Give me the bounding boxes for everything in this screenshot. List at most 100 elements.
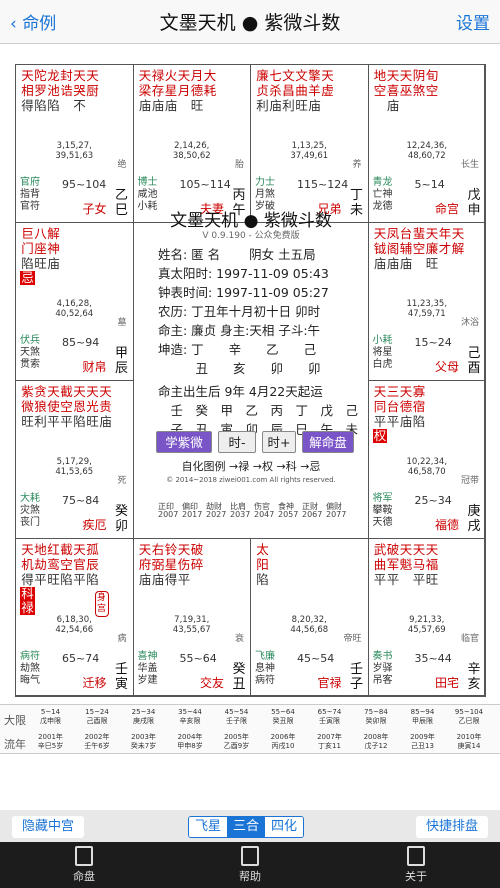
star[interactable]: 天虚 bbox=[321, 68, 334, 113]
star[interactable]: 天厨 bbox=[86, 68, 99, 113]
star[interactable]: 天哭不 bbox=[73, 68, 86, 113]
hour-minus-button[interactable]: 时- bbox=[218, 431, 256, 453]
year-cell[interactable]: 2008年 戊子12 bbox=[358, 733, 395, 751]
star[interactable]: 陀罗陷 bbox=[34, 68, 47, 113]
star[interactable]: 紫微旺 bbox=[21, 384, 34, 429]
star[interactable]: 天梁庙 bbox=[139, 68, 152, 113]
star[interactable]: 龙池陷 bbox=[47, 68, 60, 113]
seg-sihua[interactable]: 四化 bbox=[265, 817, 304, 837]
settings-button[interactable]: 设置 bbox=[456, 9, 490, 34]
palace-you[interactable]: 天钺庙凤阁庙台辅庙蜚空天廉旺年才天解 11,23,35, 47,59,71 沐浴 小耗… bbox=[367, 222, 486, 381]
star[interactable]: 天巫 bbox=[400, 68, 413, 113]
hour-plus-button[interactable]: 时+ bbox=[262, 431, 296, 453]
year-cell[interactable]: 2002年 壬午6岁 bbox=[79, 733, 116, 751]
learn-button[interactable]: 学紫微 bbox=[156, 431, 212, 453]
star[interactable]: 天解 bbox=[452, 226, 465, 271]
palace-chou[interactable]: 天府庙右弼庙铃星得天伤平破碎 7,19,31, 43,55,67 衰喜神 华盖 岁建 55… bbox=[132, 538, 251, 697]
star[interactable]: 天伤平 bbox=[178, 542, 191, 587]
seg-flying-star[interactable]: 飞星 bbox=[189, 817, 228, 837]
star[interactable]: 天贵庙 bbox=[99, 384, 112, 429]
star[interactable]: 封诰 bbox=[60, 68, 73, 113]
star[interactable]: 天机得科禄 bbox=[20, 542, 35, 615]
palace-mao[interactable]: 紫微旺贪狼利天使平截空平天恩陷天光旺天贵庙 5,17,29, 41,53,65 死大… bbox=[15, 380, 134, 539]
decade-cell[interactable]: 65~74 壬寅限 bbox=[311, 708, 348, 726]
star[interactable]: 天光旺 bbox=[86, 384, 99, 429]
star[interactable]: 文昌利 bbox=[282, 68, 295, 113]
star[interactable]: 天相得 bbox=[21, 68, 34, 113]
star[interactable]: 大耗 bbox=[204, 68, 217, 113]
decade-cell[interactable]: 85~94 甲辰限 bbox=[404, 708, 441, 726]
decade-cell[interactable]: 5~14 戊申限 bbox=[32, 708, 69, 726]
star[interactable]: 解神庙 bbox=[47, 226, 60, 285]
star[interactable]: 天官平 bbox=[73, 542, 86, 615]
star[interactable]: 天德庙 bbox=[400, 384, 413, 443]
star[interactable]: 红鸾旺 bbox=[47, 542, 60, 615]
decade-cell[interactable]: 45~54 壬子限 bbox=[218, 708, 255, 726]
star[interactable]: 火星庙 bbox=[165, 68, 178, 113]
star[interactable]: 天魁 bbox=[400, 542, 413, 587]
star[interactable]: 截空陷 bbox=[60, 542, 73, 615]
star[interactable]: 七杀庙 bbox=[269, 68, 282, 113]
star[interactable]: 破碎 bbox=[191, 542, 204, 587]
year-cell[interactable]: 2007年 丁亥11 bbox=[311, 733, 348, 751]
star[interactable]: 擎羊庙 bbox=[308, 68, 321, 113]
decade-cell[interactable]: 35~44 辛亥限 bbox=[172, 708, 209, 726]
star[interactable]: 三台平 bbox=[387, 384, 400, 443]
star[interactable]: 巨门陷忌 bbox=[20, 226, 35, 285]
star[interactable]: 天使平 bbox=[47, 384, 60, 429]
star[interactable]: 截空平 bbox=[60, 384, 73, 429]
decade-cell[interactable]: 55~64 癸丑限 bbox=[265, 708, 302, 726]
year-cell[interactable]: 2001年 辛巳5岁 bbox=[32, 733, 69, 751]
star[interactable]: 天喜庙 bbox=[387, 68, 400, 113]
star[interactable]: 凤阁庙 bbox=[387, 226, 400, 271]
palace-xu[interactable]: 天同平权三台平天德庙寡宿陷 10,22,34, 46,58,70 冠带 将军 攀鞍 天德 2… bbox=[367, 380, 486, 539]
quick-chart-button[interactable]: 快捷排盘 bbox=[415, 816, 488, 838]
star[interactable]: 破军平 bbox=[387, 542, 400, 587]
star[interactable]: 禄存庙 bbox=[152, 68, 165, 113]
hide-center-button[interactable]: 隐藏中宫 bbox=[12, 816, 85, 838]
star[interactable]: 天月 bbox=[178, 68, 191, 113]
star[interactable]: 天廉旺 bbox=[426, 226, 439, 271]
year-cell[interactable]: 2010年 庚寅14 bbox=[451, 733, 488, 751]
seg-sanhe[interactable]: 三合 bbox=[227, 817, 266, 837]
tab-help[interactable]: 帮助 bbox=[210, 846, 290, 884]
star[interactable]: 右弼庙 bbox=[152, 542, 165, 587]
palace-hai[interactable]: 武曲平破军平天魁天马平天福旺 9,21,33, 45,57,69 临官 奏书 岁驿 吊客 3… bbox=[367, 538, 486, 697]
palace-yin[interactable]: 天机得科禄地劫平红鸾旺截空陷天官平孤辰陷 6,18,30, 42,54,66 病病符… bbox=[15, 538, 134, 697]
star[interactable]: 地劫平 bbox=[34, 542, 47, 615]
decade-cell[interactable]: 75~84 癸卯限 bbox=[358, 708, 395, 726]
star[interactable]: 文曲旺 bbox=[295, 68, 308, 113]
decade-cell[interactable]: 15~24 己酉限 bbox=[79, 708, 116, 726]
year-cell[interactable]: 2006年 丙戌10 bbox=[265, 733, 302, 751]
palace-shen[interactable]: 地空天喜庙天巫阴煞旬空 12,24,36, 48,60,72 长生 青龙 亡神 龙德 5~1… bbox=[367, 64, 486, 223]
star[interactable]: 蜚空 bbox=[413, 226, 426, 271]
year-cell[interactable]: 2003年 癸未7岁 bbox=[125, 733, 162, 751]
star[interactable]: 天同平权 bbox=[372, 384, 388, 443]
decade-cell[interactable]: 95~104 乙巳限 bbox=[451, 708, 488, 726]
star[interactable]: 地空 bbox=[374, 68, 387, 113]
star[interactable]: 太阳陷 bbox=[256, 542, 269, 587]
star[interactable]: 铃星得 bbox=[165, 542, 178, 587]
star[interactable]: 月德旺 bbox=[191, 68, 204, 113]
year-cell[interactable]: 2004年 甲申8岁 bbox=[172, 733, 209, 751]
star[interactable]: 天恩陷 bbox=[73, 384, 86, 429]
star[interactable]: 寡宿陷 bbox=[413, 384, 426, 443]
star[interactable]: 天马平 bbox=[413, 542, 426, 587]
star[interactable]: 天钺庙 bbox=[374, 226, 387, 271]
star[interactable]: 天福旺 bbox=[426, 542, 439, 587]
palace-chen[interactable]: 巨门陷忌八座旺解神庙 4,16,28, 40,52,64 墓伏兵 天煞 贯索 85~94 财… bbox=[15, 222, 134, 381]
year-cell[interactable]: 2005年 乙酉9岁 bbox=[218, 733, 255, 751]
year-cell[interactable]: 2009年 己丑13 bbox=[404, 733, 441, 751]
star[interactable]: 年才 bbox=[439, 226, 452, 271]
star[interactable]: 阴煞 bbox=[413, 68, 426, 113]
star[interactable]: 天府庙 bbox=[139, 542, 152, 587]
star[interactable]: 廉贞利 bbox=[256, 68, 269, 113]
star[interactable]: 贪狼利 bbox=[34, 384, 47, 429]
palace-zi[interactable]: 太阳陷 8,20,32, 44,56,68 帝旺 飞廉 息神 病符 45~54 官禄 壬子 bbox=[250, 538, 369, 697]
tab-chart[interactable]: 命盘 bbox=[44, 846, 124, 884]
interpret-button[interactable]: 解命盘 bbox=[302, 431, 354, 453]
palace-si[interactable]: 天相得陀罗陷龙池陷封诰天哭不天厨 3,15,27, 39,51,63 绝官府 指背 官符… bbox=[15, 64, 134, 223]
star[interactable]: 武曲平 bbox=[374, 542, 387, 587]
tab-about[interactable]: 关于 bbox=[376, 846, 456, 884]
star[interactable]: 台辅庙 bbox=[400, 226, 413, 271]
